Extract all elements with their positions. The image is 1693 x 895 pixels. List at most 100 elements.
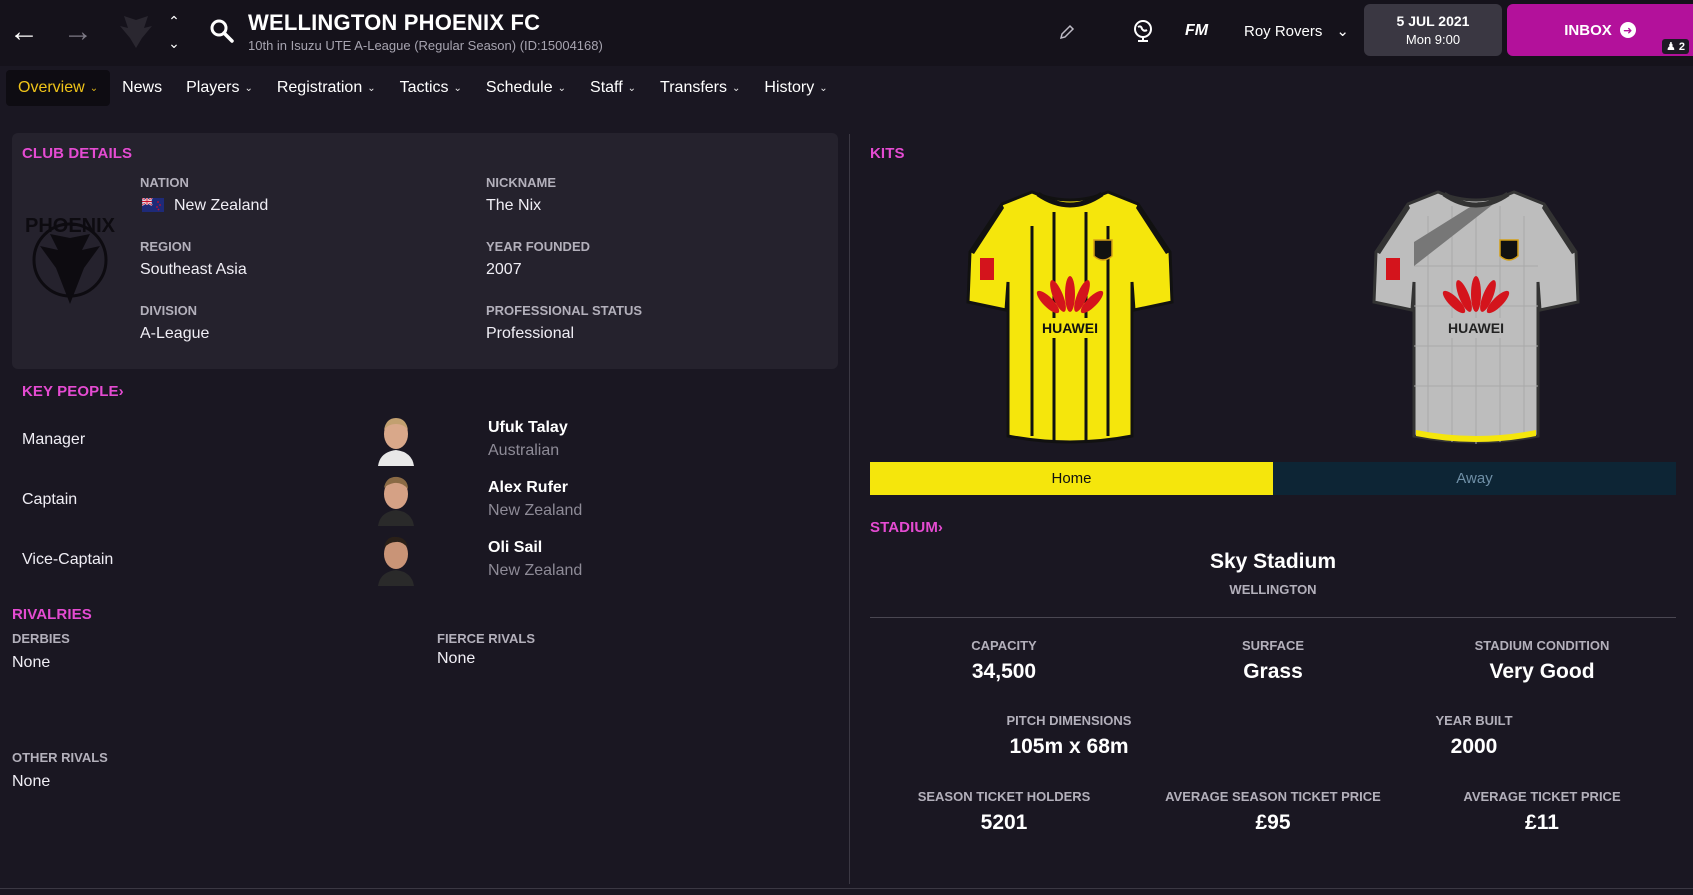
inbox-button[interactable]: INBOX ➜ ♟ 2 bbox=[1507, 4, 1693, 56]
club-subtitle: 10th in Isuzu UTE A-League (Regular Seas… bbox=[248, 38, 603, 53]
tab-label: Staff bbox=[590, 79, 623, 96]
stat-label: STADIUM CONDITION bbox=[1474, 638, 1610, 653]
nickname-value: The Nix bbox=[486, 197, 542, 214]
stat-stadium-condition: STADIUM CONDITION Very Good bbox=[1408, 638, 1676, 684]
stat-value: 34,500 bbox=[971, 660, 1037, 683]
chevron-down-icon[interactable]: ⌄ bbox=[168, 36, 180, 50]
stat-capacity: CAPACITY 34,500 bbox=[870, 638, 1138, 684]
year-founded-value: 2007 bbox=[486, 261, 522, 278]
stat-value: Very Good bbox=[1489, 660, 1595, 683]
stat-label: SURFACE bbox=[1241, 638, 1305, 653]
inbox-count-badge: ♟ 2 bbox=[1661, 39, 1689, 54]
nation-text: New Zealand bbox=[174, 197, 269, 214]
stat-label: AVERAGE TICKET PRICE bbox=[1463, 789, 1621, 804]
tab-label: Tactics bbox=[399, 79, 449, 96]
captain-name[interactable]: Alex Rufer bbox=[488, 479, 568, 497]
stat-value: Grass bbox=[1243, 660, 1303, 683]
captain-avatar[interactable] bbox=[374, 472, 418, 526]
professional-status-value: Professional bbox=[486, 325, 575, 342]
fm-logo[interactable]: FM bbox=[1185, 22, 1208, 40]
manager-avatar[interactable] bbox=[374, 412, 418, 466]
tab-history[interactable]: History ⌄ bbox=[752, 70, 839, 106]
key-person-role: Manager bbox=[22, 431, 86, 448]
bottom-divider bbox=[0, 888, 1693, 889]
tab-registration[interactable]: Registration ⌄ bbox=[265, 70, 388, 106]
derbies-value: None bbox=[12, 654, 51, 671]
derbies-label: DERBIES bbox=[12, 631, 70, 646]
fierce-rivals-label: FIERCE RIVALS bbox=[437, 631, 535, 646]
club-crest-icon: PHOENIX bbox=[22, 208, 118, 312]
stat-label: AVERAGE SEASON TICKET PRICE bbox=[1165, 789, 1381, 804]
manager-dropdown[interactable]: Roy Rovers ⌄ bbox=[1244, 22, 1349, 41]
home-kit-tab[interactable]: Home bbox=[870, 462, 1273, 495]
inbox-label: INBOX bbox=[1564, 21, 1612, 39]
tab-players[interactable]: Players ⌄ bbox=[174, 70, 265, 106]
tab-label: Overview bbox=[18, 79, 85, 96]
search-icon[interactable] bbox=[208, 17, 236, 45]
tab-bar: Overview ⌄ News Players ⌄ Registration ⌄ Ta… bbox=[6, 70, 840, 106]
forward-arrow-icon[interactable]: → bbox=[60, 14, 96, 50]
stat-value: 2000 bbox=[1450, 735, 1498, 758]
division-value[interactable]: A-League bbox=[140, 325, 209, 343]
manager-name[interactable]: Ufuk Talay bbox=[488, 419, 568, 437]
stat-value: 105m x 68m bbox=[1009, 735, 1129, 758]
vice-captain-name[interactable]: Oli Sail bbox=[488, 539, 542, 557]
current-time: Mon 9:00 bbox=[1405, 32, 1461, 47]
region-value: Southeast Asia bbox=[140, 261, 247, 278]
stat-average-ticket-price: AVERAGE TICKET PRICE £11 bbox=[1408, 789, 1676, 835]
svg-text:HUAWEI: HUAWEI bbox=[1448, 320, 1504, 336]
column-divider bbox=[849, 134, 850, 884]
manager-name: Roy Rovers bbox=[1244, 22, 1323, 40]
stadium-link[interactable]: STADIUM› bbox=[870, 519, 943, 536]
club-badge-icon bbox=[116, 12, 156, 52]
kits-title: KITS bbox=[870, 145, 905, 162]
svg-text:PHOENIX: PHOENIX bbox=[25, 215, 116, 237]
nation-label: NATION bbox=[140, 175, 189, 190]
current-date: 5 JUL 2021 bbox=[1396, 13, 1470, 29]
club-details-panel bbox=[12, 133, 838, 369]
stat-season-ticket-holders: SEASON TICKET HOLDERS 5201 bbox=[870, 789, 1138, 835]
key-person-role: Captain bbox=[22, 491, 78, 508]
tab-news[interactable]: News bbox=[110, 70, 174, 106]
stadium-divider bbox=[870, 617, 1676, 618]
tab-staff[interactable]: Staff ⌄ bbox=[578, 70, 648, 106]
stat-year-built: YEAR BUILT 2000 bbox=[1340, 713, 1608, 759]
tab-overview[interactable]: Overview ⌄ bbox=[6, 70, 111, 106]
vice-captain-avatar[interactable] bbox=[374, 532, 418, 586]
chevron-down-icon: ⌄ bbox=[819, 82, 828, 94]
tab-label: Schedule bbox=[485, 79, 553, 96]
chevron-down-icon: ⌄ bbox=[732, 82, 741, 94]
date-continue-button[interactable]: 5 JUL 2021 Mon 9:00 bbox=[1364, 4, 1502, 56]
stat-value: 5201 bbox=[980, 811, 1028, 834]
stat-surface: SURFACE Grass bbox=[1139, 638, 1407, 684]
page-title: WELLINGTON PHOENIX FC bbox=[248, 10, 541, 35]
key-people-link[interactable]: KEY PEOPLE› bbox=[22, 383, 124, 400]
captain-nationality: New Zealand bbox=[488, 502, 583, 519]
tab-schedule[interactable]: Schedule ⌄ bbox=[474, 70, 578, 106]
back-arrow-icon[interactable]: ← bbox=[6, 14, 42, 50]
club-switcher[interactable]: ⌃ ⌄ bbox=[164, 14, 184, 50]
tab-label: Registration bbox=[276, 79, 363, 96]
away-kit-tab[interactable]: Away bbox=[1273, 462, 1676, 495]
chevron-down-icon: ⌄ bbox=[453, 82, 462, 94]
stat-label: YEAR BUILT bbox=[1435, 713, 1513, 728]
chevron-down-icon: ⌄ bbox=[627, 82, 637, 94]
other-rivals-value: None bbox=[12, 773, 51, 790]
stat-label: SEASON TICKET HOLDERS bbox=[917, 789, 1091, 804]
chevron-up-icon[interactable]: ⌃ bbox=[168, 14, 180, 28]
stat-value: £95 bbox=[1255, 811, 1291, 834]
tab-label: News bbox=[122, 79, 163, 96]
region-label: REGION bbox=[140, 239, 192, 254]
club-details-title: CLUB DETAILS bbox=[22, 145, 133, 162]
new-zealand-flag-icon bbox=[141, 197, 164, 212]
stadium-name: Sky Stadium bbox=[1209, 550, 1337, 573]
professional-status-label: PROFESSIONAL STATUS bbox=[486, 303, 643, 318]
tab-label: Transfers bbox=[660, 79, 728, 96]
pencil-icon[interactable] bbox=[1057, 22, 1077, 42]
chevron-down-icon: ⌄ bbox=[244, 82, 253, 94]
tab-tactics[interactable]: Tactics ⌄ bbox=[388, 70, 474, 106]
chevron-down-icon: ⌄ bbox=[89, 82, 99, 94]
globe-icon[interactable] bbox=[1130, 18, 1156, 44]
tab-transfers[interactable]: Transfers ⌄ bbox=[648, 70, 752, 106]
rivalries-title: RIVALRIES bbox=[12, 606, 92, 623]
